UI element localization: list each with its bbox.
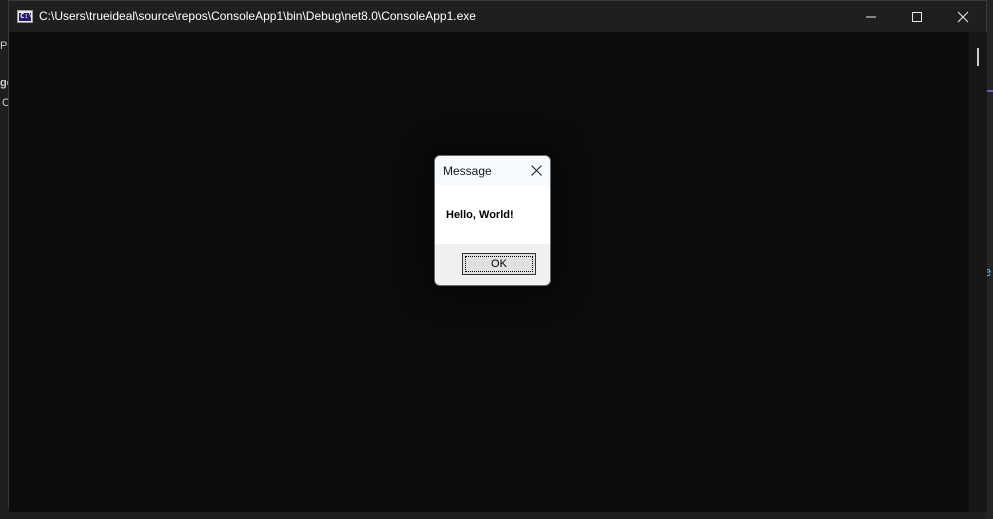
ok-button-label: OK — [465, 256, 533, 272]
message-box-title: Message — [443, 164, 492, 178]
message-box-titlebar[interactable]: Message — [435, 156, 550, 185]
console-app-icon-glyph: C:\ — [20, 12, 33, 20]
background-ide-right-edge — [986, 0, 993, 519]
close-icon — [531, 165, 542, 176]
maximize-icon — [912, 11, 922, 22]
maximize-button[interactable] — [894, 1, 940, 32]
message-text: Hello, World! — [446, 209, 514, 221]
console-scrollbar[interactable] — [969, 32, 987, 512]
console-app-icon[interactable]: C:\ — [17, 10, 33, 23]
background-ide-accent-line — [986, 90, 993, 92]
window-title: C:\Users\trueideal\source\repos\ConsoleA… — [39, 9, 476, 23]
message-box-close-button[interactable] — [527, 161, 546, 180]
minimize-button[interactable] — [848, 1, 894, 32]
ok-button[interactable]: OK — [462, 253, 536, 275]
message-box-footer: OK — [435, 244, 550, 285]
message-box-dialog: Message Hello, World! OK — [434, 155, 551, 286]
console-titlebar[interactable]: C:\ C:\Users\trueideal\source\repos\Cons… — [9, 1, 986, 32]
close-icon — [957, 11, 969, 22]
scrollbar-thumb[interactable] — [977, 48, 979, 66]
minimize-icon — [866, 16, 876, 17]
close-button[interactable] — [940, 1, 986, 32]
message-box-body: Hello, World! — [435, 185, 550, 244]
